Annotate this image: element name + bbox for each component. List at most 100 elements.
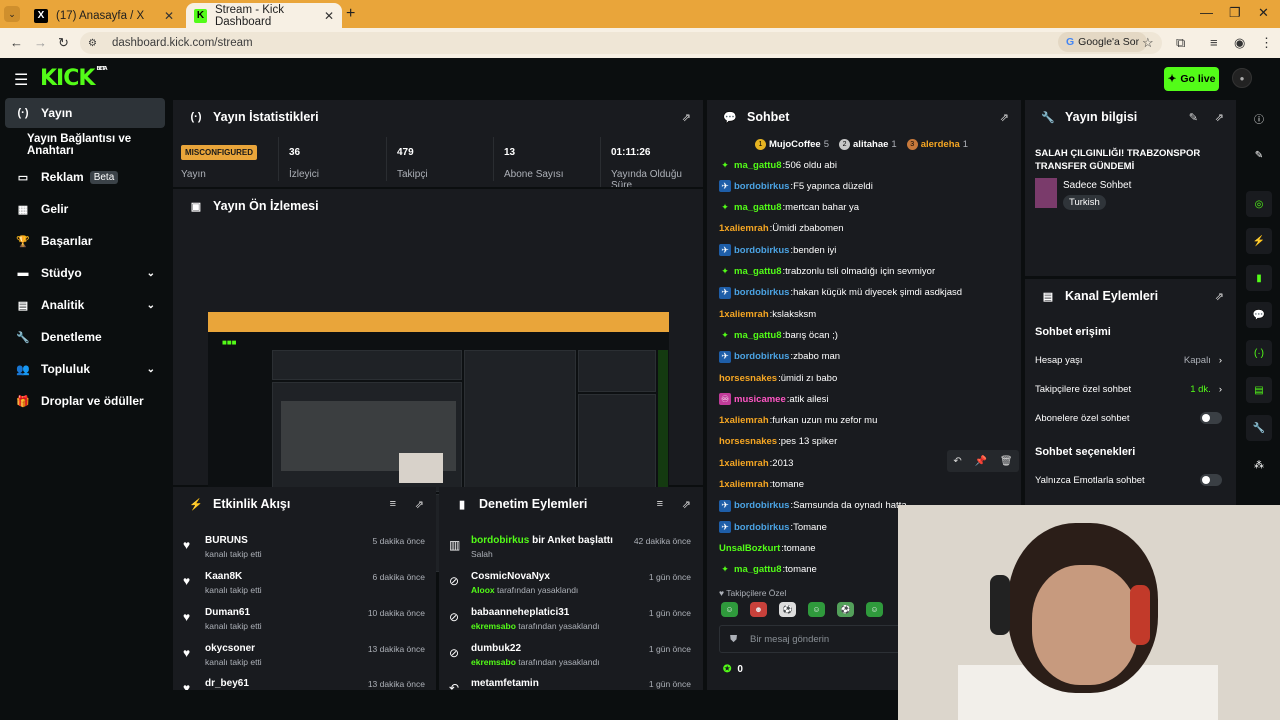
popout-icon[interactable]: ⇗ <box>1215 111 1224 124</box>
activity-row[interactable]: ♥ okycsoner kanalı takip etti 13 dakika önc… <box>173 638 433 674</box>
google-ask-button[interactable]: G Google'a Sor <box>1058 32 1148 52</box>
moderation-row[interactable]: ▥ bordobirkus bir Anket başlattı Salah 42 d… <box>439 530 699 566</box>
chat-message[interactable]: horsesnakes: pes 13 spiker <box>719 434 837 450</box>
sidebar-item-analitik[interactable]: ▤ Analitik ⌄ <box>5 290 165 320</box>
target-icon[interactable]: ◎ <box>1246 191 1272 217</box>
chat-username[interactable]: bordobirkus <box>734 245 789 256</box>
sidebar-item-droplar[interactable]: 🎁 Droplar ve ödüller <box>5 386 165 416</box>
chat-username[interactable]: 1xaliemrah <box>719 479 769 490</box>
address-bar[interactable]: ⚙ dashboard.kick.com/stream <box>80 32 1162 54</box>
chat-message[interactable]: ✦ ma_gattu8: mertcan bahar ya <box>719 200 859 216</box>
chat-message[interactable]: ✦ ma_gattu8: barış öcan ;) <box>719 327 838 343</box>
sidebar-item-topluluk[interactable]: 👥 Topluluk ⌄ <box>5 354 165 384</box>
emote-2[interactable]: ☻ <box>750 602 767 617</box>
chat-username[interactable]: 1xaliemrah <box>719 415 769 426</box>
go-live-button[interactable]: ✦ Go live <box>1164 67 1219 91</box>
close-icon[interactable]: ✕ <box>324 9 334 23</box>
chat-bubble-icon[interactable]: 💬 <box>1246 302 1272 328</box>
chat-message[interactable]: 1xaliemrah: furkan uzun mu zefor mu <box>719 413 877 429</box>
sidebar-item-reklam[interactable]: ▭ Reklam Beta <box>5 162 165 192</box>
maximize-icon[interactable]: ❐ <box>1229 5 1241 21</box>
chat-username[interactable]: ma_gattu8 <box>734 330 782 341</box>
chat-message[interactable]: ✈ bordobirkus: Samsunda da oynadı hatta <box>719 498 907 514</box>
chat-username[interactable]: 1xaliemrah <box>719 458 769 469</box>
gifter-2[interactable]: 2 alitahae 1 <box>839 139 897 150</box>
account-age-row[interactable]: Hesap yaşı Kapalı › <box>1035 350 1226 370</box>
chat-message[interactable]: ✦ ma_gattu8: 506 oldu abi <box>719 157 837 173</box>
chat-username[interactable]: bordobirkus <box>734 351 789 362</box>
chat-username[interactable]: ma_gattu8 <box>734 266 782 277</box>
forward-icon[interactable]: → <box>34 35 47 50</box>
media-icon[interactable]: ≡ <box>1210 35 1218 50</box>
avatar[interactable]: ● <box>1232 68 1252 88</box>
pin-icon[interactable]: 📌 <box>975 456 987 467</box>
chat-message[interactable]: 1xaliemrah: Ümidi zbabomen <box>719 221 844 237</box>
reload-icon[interactable]: ↻ <box>58 35 69 51</box>
chat-username[interactable]: ma_gattu8 <box>734 564 782 575</box>
activity-row[interactable]: ♥ BURUNS kanalı takip etti 5 dakika önce <box>173 530 433 566</box>
chat-message[interactable]: ♾ musicamee: atik ailesi <box>719 391 828 407</box>
sidebar-item-studyo[interactable]: ▬ Stüdyo ⌄ <box>5 258 165 288</box>
chat-username[interactable]: bordobirkus <box>734 500 789 511</box>
chat-username[interactable]: horsesnakes <box>719 436 777 447</box>
popout-icon[interactable]: ⇗ <box>1215 290 1224 303</box>
chat-message[interactable]: ✦ ma_gattu8: trabzonlu tsli olmadığı için… <box>719 264 935 280</box>
moderation-row[interactable]: ⊘ babaanneheplatici31 ekremsabo tarafından… <box>439 602 699 638</box>
activity-row[interactable]: ♥ dr_bey61 13 dakika önce <box>173 673 433 690</box>
chat-message[interactable]: ✈ bordobirkus: benden iyi <box>719 242 836 258</box>
reply-icon[interactable]: ↶ <box>953 456 961 467</box>
emote-only-toggle[interactable] <box>1200 474 1222 486</box>
close-window-icon[interactable]: ✕ <box>1258 5 1269 21</box>
subscribers-toggle[interactable] <box>1200 412 1222 424</box>
sidebar-item-denetleme[interactable]: 🔧 Denetleme <box>5 322 165 352</box>
channel-points[interactable]: ✪ 0 <box>723 664 743 675</box>
chat-username[interactable]: UnsalBozkurt <box>719 543 780 554</box>
tab-search-button[interactable]: ⌄ <box>4 6 20 22</box>
chat-username[interactable]: 1xaliemrah <box>719 309 769 320</box>
edit-icon[interactable]: ✎ <box>1189 111 1198 124</box>
filter-icon[interactable]: ≡ <box>390 498 396 510</box>
emote-5[interactable]: ⚽ <box>837 602 854 617</box>
profile-icon[interactable]: ◉ <box>1234 35 1245 51</box>
chat-username[interactable]: ma_gattu8 <box>734 160 782 171</box>
filter-icon[interactable]: ≡ <box>657 498 663 510</box>
chat-message[interactable]: ✈ bordobirkus: hakan küçük mü diyecek şim… <box>719 285 962 301</box>
chat-username[interactable]: 1xaliemrah <box>719 223 769 234</box>
extensions-icon[interactable]: ⧉ <box>1176 35 1185 51</box>
chat-message[interactable]: ✈ bordobirkus: F5 yapınca düzeldi <box>719 178 873 194</box>
chat-username[interactable]: bordobirkus <box>734 181 789 192</box>
chat-username[interactable]: musicamee <box>734 394 786 405</box>
document-icon[interactable]: ▮ <box>1246 265 1272 291</box>
kick-logo[interactable]: KICK BETA <box>40 66 108 91</box>
activity-row[interactable]: ♥ Duman61 kanalı takip etti 10 dakika önce <box>173 602 433 638</box>
chat-message[interactable]: ✈ bordobirkus: Tomane <box>719 519 827 535</box>
popout-icon[interactable]: ⇗ <box>682 498 691 511</box>
bookmark-star-icon[interactable]: ☆ <box>1142 35 1154 51</box>
chat-message[interactable]: 1xaliemrah: kslaksksm <box>719 306 816 322</box>
new-tab-button[interactable]: + <box>346 5 355 23</box>
delete-icon[interactable]: 🗑 <box>1000 456 1013 467</box>
chat-username[interactable]: bordobirkus <box>734 287 789 298</box>
chat-message[interactable]: 1xaliemrah: 2013 <box>719 455 793 471</box>
moderation-row[interactable]: ↶ metamfetamin 1 gün önce <box>439 673 699 690</box>
lightning-icon[interactable]: ⚡ <box>1246 228 1272 254</box>
site-info-icon[interactable]: ⚙ <box>88 38 102 49</box>
moderation-row[interactable]: ⊘ dumbuk22 ekremsabo tarafından yasaklandı… <box>439 638 699 674</box>
actions-icon[interactable]: ▤ <box>1246 377 1272 403</box>
broadcast-icon[interactable]: (·) <box>1246 340 1272 366</box>
chat-message[interactable]: ✦ ma_gattu8: tomane <box>719 562 817 578</box>
chat-username[interactable]: bordobirkus <box>734 522 789 533</box>
activity-row[interactable]: ♥ Kaan8K kanalı takip etti 6 dakika önce <box>173 566 433 602</box>
chat-message[interactable]: 1xaliemrah: tomane <box>719 477 804 493</box>
info-icon[interactable]: ⓘ <box>1246 105 1272 131</box>
emote-3[interactable]: ⚽ <box>779 602 796 617</box>
chat-message[interactable]: UnsalBozkurt: tomane <box>719 540 816 556</box>
chat-message[interactable]: horsesnakes: ümidi zı babo <box>719 370 837 386</box>
popout-icon[interactable]: ⇗ <box>415 498 424 511</box>
gifter-3[interactable]: 3 alerdeha 1 <box>906 139 968 150</box>
browser-tab-kick[interactable]: K Stream - Kick Dashboard ✕ <box>186 3 342 28</box>
apps-icon[interactable]: ⁂ <box>1246 452 1272 478</box>
popout-icon[interactable]: ⇗ <box>1000 111 1009 124</box>
popout-icon[interactable]: ⇗ <box>682 111 691 124</box>
close-icon[interactable]: ✕ <box>164 9 174 23</box>
